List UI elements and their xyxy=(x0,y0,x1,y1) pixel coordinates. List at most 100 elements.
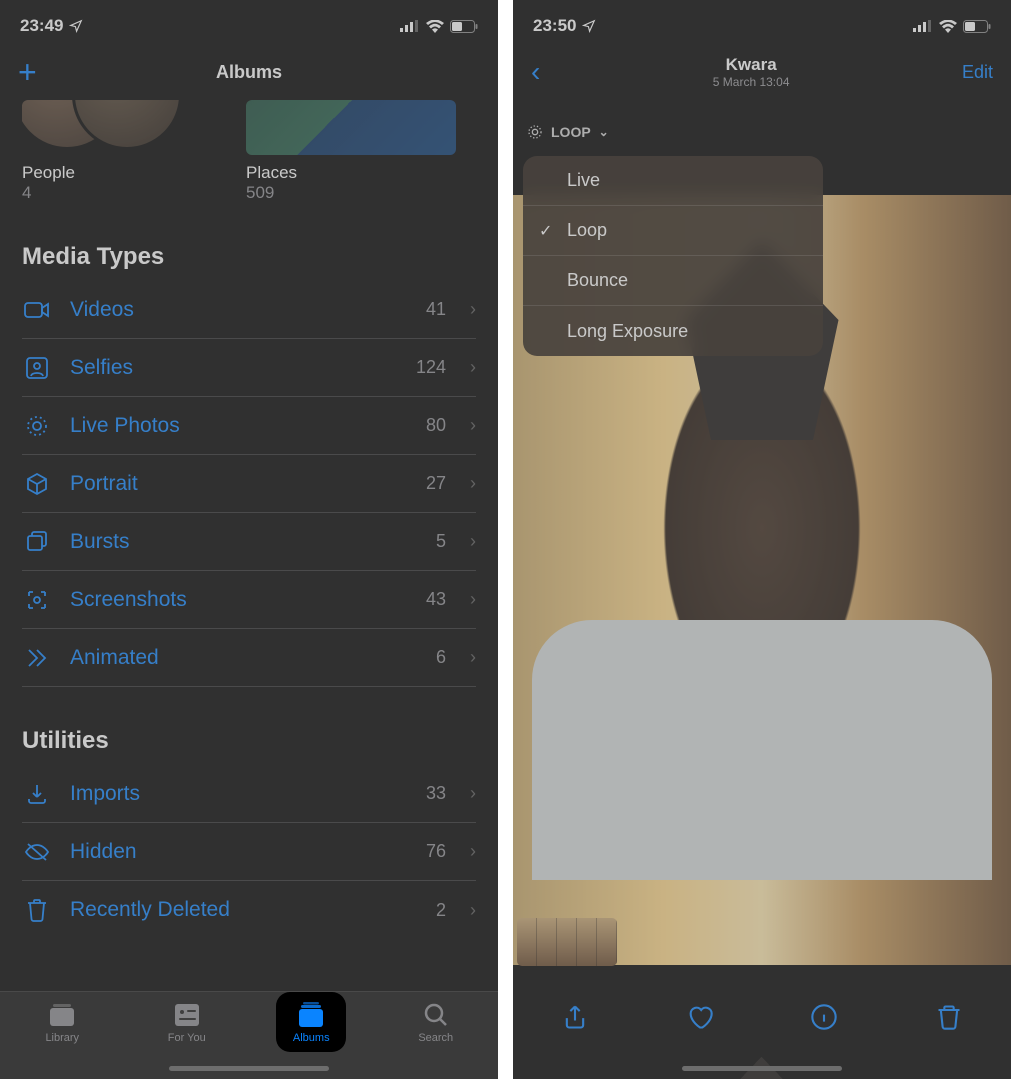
section-media-types: Media Types xyxy=(22,243,476,271)
row-label: Animated xyxy=(70,646,418,670)
chevron-right-icon: › xyxy=(470,357,476,378)
photo-area[interactable]: LOOP ⌄ Live Loop Bounce Long Exposure xyxy=(513,100,1011,870)
chevron-right-icon: › xyxy=(470,647,476,668)
info-icon xyxy=(810,1003,838,1031)
live-effect-menu: Live Loop Bounce Long Exposure xyxy=(523,156,823,356)
row-videos[interactable]: Videos 41 › xyxy=(22,281,476,339)
favorite-button[interactable] xyxy=(686,1003,714,1036)
imports-icon xyxy=(22,782,52,806)
delete-button[interactable] xyxy=(935,1003,963,1036)
tab-foryou[interactable]: For You xyxy=(152,1002,222,1044)
row-label: Bursts xyxy=(70,530,418,554)
home-indicator[interactable] xyxy=(169,1066,329,1071)
edit-button[interactable]: Edit xyxy=(962,62,993,83)
row-count: 41 xyxy=(426,299,446,320)
location-icon xyxy=(582,19,596,33)
nav-bar: + Albums xyxy=(0,44,498,100)
tab-label: For You xyxy=(168,1032,206,1044)
menu-item-loop[interactable]: Loop xyxy=(523,206,823,256)
row-hidden[interactable]: Hidden 76 › xyxy=(22,823,476,881)
album-name: Places xyxy=(246,163,456,183)
live-photo-icon xyxy=(22,414,52,438)
status-bar: 23:50 xyxy=(513,0,1011,44)
albums-screen: 23:49 + Albums People 4 Places 509 xyxy=(0,0,498,1079)
photo-subtitle: 5 March 13:04 xyxy=(713,75,790,89)
row-count: 76 xyxy=(426,841,446,862)
row-count: 43 xyxy=(426,589,446,610)
row-recently-deleted[interactable]: Recently Deleted 2 › xyxy=(22,881,476,939)
chevron-right-icon: › xyxy=(470,900,476,921)
row-count: 33 xyxy=(426,783,446,804)
row-count: 5 xyxy=(436,531,446,552)
row-live-photos[interactable]: Live Photos 80 › xyxy=(22,397,476,455)
chevron-right-icon: › xyxy=(470,531,476,552)
tab-library[interactable]: Library xyxy=(27,1002,97,1044)
menu-item-bounce[interactable]: Bounce xyxy=(523,256,823,306)
row-label: Screenshots xyxy=(70,588,408,612)
cellular-icon xyxy=(400,20,420,32)
heart-icon xyxy=(686,1003,714,1031)
bursts-icon xyxy=(22,530,52,554)
selfie-icon xyxy=(22,356,52,380)
chevron-down-icon: ⌄ xyxy=(599,125,609,139)
section-utilities: Utilities xyxy=(22,727,476,755)
animated-icon xyxy=(22,646,52,670)
chevron-right-icon: › xyxy=(470,299,476,320)
album-count: 509 xyxy=(246,183,456,203)
album-name: People xyxy=(22,163,232,183)
tab-label: Library xyxy=(45,1032,79,1044)
photo-viewer-screen: 23:50 ‹ Kwara 5 March 13:04 Edit LOOP ⌄ … xyxy=(513,0,1011,1079)
photo-toolbar xyxy=(513,989,1011,1049)
screenshots-icon xyxy=(22,588,52,612)
battery-icon xyxy=(963,20,991,33)
filmstrip-item[interactable] xyxy=(517,918,617,966)
share-button[interactable] xyxy=(561,1003,589,1036)
back-button[interactable]: ‹ xyxy=(531,56,540,88)
video-icon xyxy=(22,300,52,320)
row-label: Videos xyxy=(70,298,408,322)
photo-title: Kwara xyxy=(713,55,790,75)
filmstrip[interactable] xyxy=(513,917,1011,967)
chevron-right-icon: › xyxy=(470,783,476,804)
nav-bar: ‹ Kwara 5 March 13:04 Edit xyxy=(513,44,1011,100)
albums-content[interactable]: People 4 Places 509 Media Types Videos 4… xyxy=(0,100,498,939)
info-button[interactable] xyxy=(810,1003,838,1036)
album-people[interactable]: People 4 xyxy=(22,100,232,203)
home-indicator[interactable] xyxy=(682,1066,842,1071)
row-count: 80 xyxy=(426,415,446,436)
row-animated[interactable]: Animated 6 › xyxy=(22,629,476,687)
tab-search[interactable]: Search xyxy=(401,1002,471,1044)
row-selfies[interactable]: Selfies 124 › xyxy=(22,339,476,397)
wifi-icon xyxy=(426,20,444,33)
status-icons xyxy=(400,20,478,33)
row-label: Selfies xyxy=(70,356,398,380)
live-effect-pill[interactable]: LOOP ⌄ xyxy=(513,108,823,156)
search-icon xyxy=(423,1002,449,1028)
row-label: Portrait xyxy=(70,472,408,496)
hidden-icon xyxy=(22,842,52,862)
menu-item-long-exposure[interactable]: Long Exposure xyxy=(523,306,823,356)
pill-label: LOOP xyxy=(551,124,591,140)
album-places[interactable]: Places 509 xyxy=(246,100,456,203)
places-thumb xyxy=(246,100,456,155)
photo-subject xyxy=(592,360,932,840)
albums-icon xyxy=(296,1002,326,1028)
status-time: 23:50 xyxy=(533,16,576,36)
row-portrait[interactable]: Portrait 27 › xyxy=(22,455,476,513)
cellular-icon xyxy=(913,20,933,32)
row-imports[interactable]: Imports 33 › xyxy=(22,765,476,823)
battery-icon xyxy=(450,20,478,33)
album-count: 4 xyxy=(22,183,232,203)
chevron-right-icon: › xyxy=(470,589,476,610)
tab-albums[interactable]: Albums xyxy=(276,992,346,1052)
row-screenshots[interactable]: Screenshots 43 › xyxy=(22,571,476,629)
foryou-icon xyxy=(173,1002,201,1028)
status-time: 23:49 xyxy=(20,16,63,36)
nav-title-block: Kwara 5 March 13:04 xyxy=(713,55,790,89)
row-bursts[interactable]: Bursts 5 › xyxy=(22,513,476,571)
menu-item-live[interactable]: Live xyxy=(523,156,823,206)
row-count: 2 xyxy=(436,900,446,921)
add-button[interactable]: + xyxy=(18,56,37,88)
status-icons xyxy=(913,20,991,33)
row-label: Hidden xyxy=(70,840,408,864)
